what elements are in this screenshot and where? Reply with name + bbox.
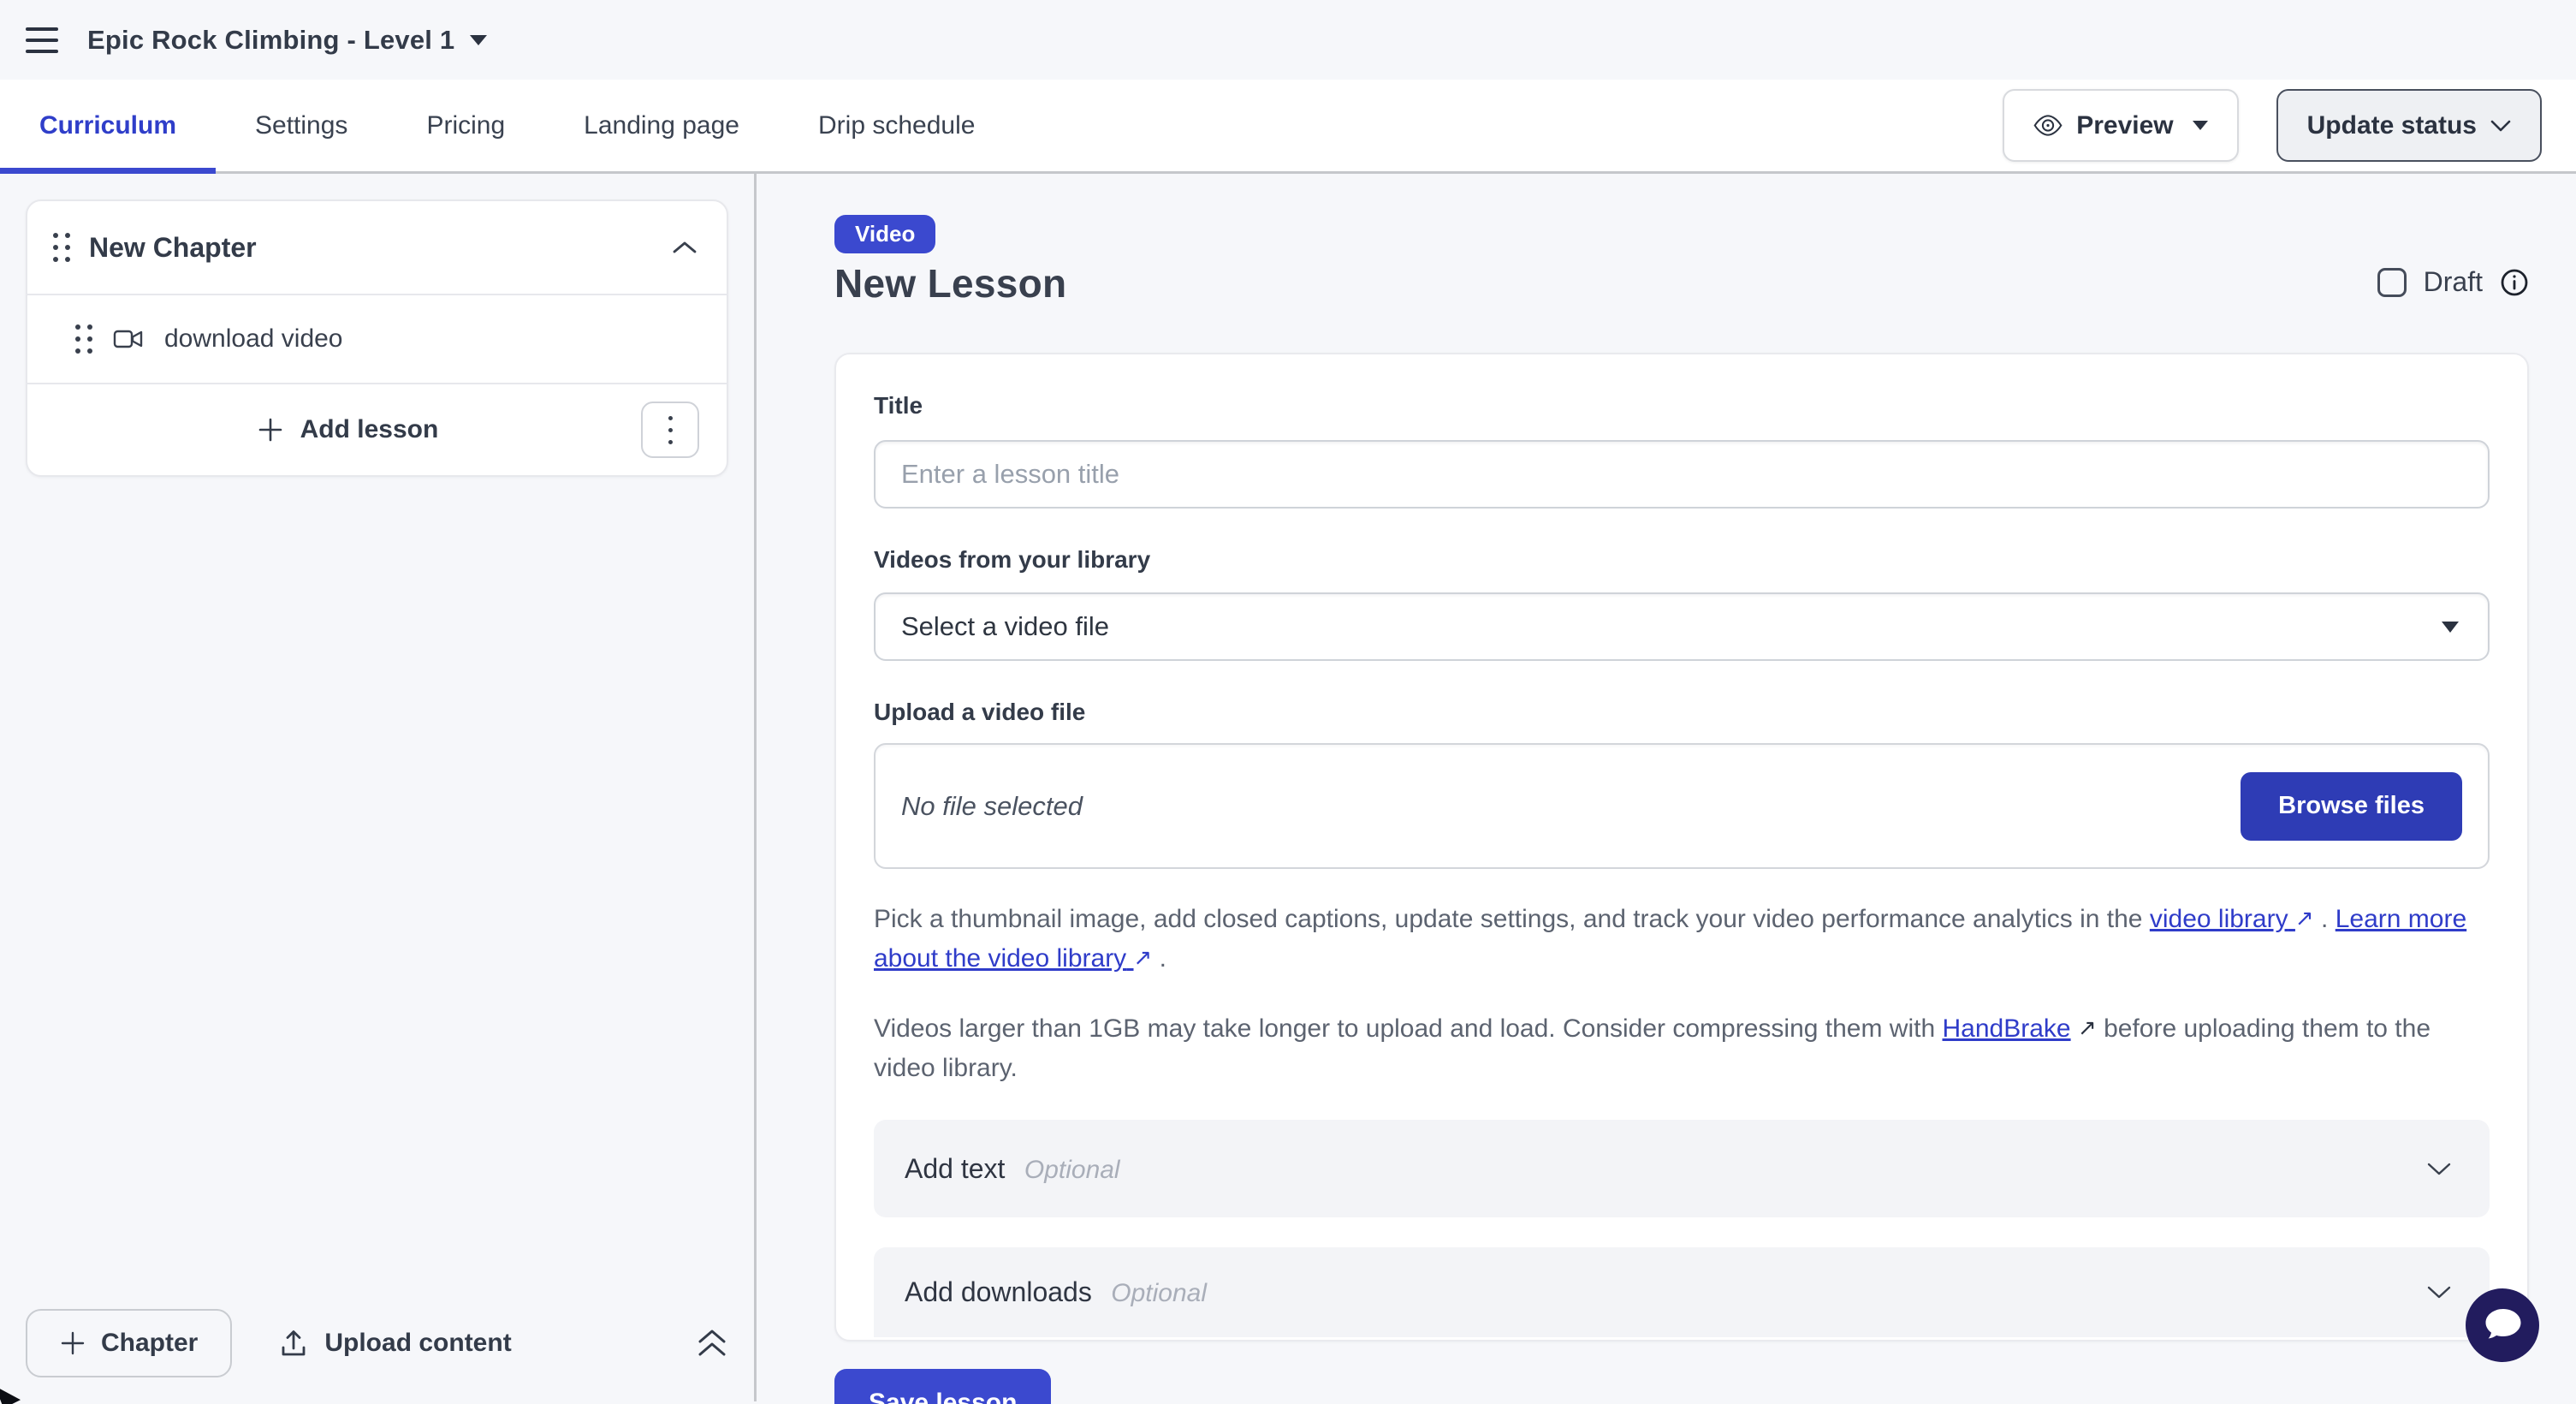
draft-label: Draft bbox=[2424, 266, 2483, 298]
lesson-type-badge: Video bbox=[834, 215, 935, 253]
add-text-section[interactable]: Add text Optional bbox=[874, 1120, 2490, 1217]
mouse-cursor bbox=[0, 1386, 21, 1404]
chapter-card: New Chapter download video bbox=[26, 199, 728, 477]
sidebar-footer: Chapter Upload content bbox=[26, 1309, 728, 1377]
tab-drip-schedule[interactable]: Drip schedule bbox=[779, 80, 1014, 171]
draft-checkbox[interactable] bbox=[2377, 268, 2407, 297]
no-file-text: No file selected bbox=[901, 791, 1083, 822]
add-downloads-section[interactable]: Add downloads Optional bbox=[874, 1247, 2490, 1337]
lesson-editor: Video New Lesson Draft Title bbox=[757, 174, 2576, 1401]
add-downloads-label: Add downloads bbox=[905, 1276, 1092, 1307]
draft-toggle-group: Draft bbox=[2377, 266, 2529, 298]
course-tabs: Curriculum Settings Pricing Landing page… bbox=[0, 80, 1014, 171]
help-text: Pick a thumbnail image, add closed capti… bbox=[874, 905, 2150, 933]
file-upload-box: No file selected Browse files bbox=[874, 743, 2490, 869]
header-actions: Preview Update status bbox=[2003, 80, 2542, 171]
upload-icon bbox=[280, 1329, 307, 1358]
browse-files-button[interactable]: Browse files bbox=[2241, 772, 2462, 841]
title-label: Title bbox=[874, 392, 2490, 419]
video-library-link[interactable]: video library ↗ bbox=[2150, 905, 2314, 933]
video-library-select[interactable]: Select a video file bbox=[874, 592, 2490, 661]
help-text: . bbox=[2314, 905, 2336, 933]
chevron-down-icon bbox=[2426, 1162, 2452, 1176]
tab-label: Settings bbox=[255, 111, 347, 140]
chapter-footer: Add lesson bbox=[27, 383, 727, 475]
drag-handle-icon[interactable] bbox=[75, 324, 92, 354]
link-label: HandBrake bbox=[1943, 1014, 2071, 1043]
lesson-title-block: Video New Lesson bbox=[834, 215, 1066, 306]
add-chapter-button[interactable]: Chapter bbox=[26, 1309, 232, 1377]
curriculum-sidebar: New Chapter download video bbox=[0, 174, 757, 1401]
chevron-down-icon bbox=[2490, 120, 2511, 132]
add-lesson-button[interactable]: Add lesson bbox=[55, 415, 641, 444]
eye-icon bbox=[2033, 115, 2063, 136]
video-library-help-text: Pick a thumbnail image, add closed capti… bbox=[874, 900, 2490, 979]
tab-pricing[interactable]: Pricing bbox=[387, 80, 544, 171]
upload-video-group: Upload a video file No file selected Bro… bbox=[874, 699, 2490, 1087]
add-lesson-label: Add lesson bbox=[300, 415, 439, 444]
double-chevron-up-icon bbox=[696, 1328, 728, 1359]
link-label: video library bbox=[2150, 905, 2288, 933]
lesson-header: Video New Lesson Draft bbox=[834, 215, 2529, 306]
upload-video-label: Upload a video file bbox=[874, 699, 2490, 726]
caret-down-icon bbox=[2193, 121, 2208, 130]
optional-tag: Optional bbox=[1111, 1279, 1207, 1307]
chevron-up-icon[interactable] bbox=[672, 241, 697, 254]
tab-label: Curriculum bbox=[39, 111, 176, 140]
video-library-group: Videos from your library Select a video … bbox=[874, 546, 2490, 661]
info-icon[interactable] bbox=[2500, 268, 2529, 297]
lesson-title: download video bbox=[164, 324, 343, 354]
external-link-icon: ↗ bbox=[2295, 899, 2314, 937]
update-status-button[interactable]: Update status bbox=[2276, 89, 2542, 162]
lesson-item[interactable]: download video bbox=[27, 294, 727, 383]
chapter-menu-button[interactable] bbox=[641, 402, 699, 458]
update-status-label: Update status bbox=[2307, 111, 2477, 140]
menu-icon[interactable] bbox=[26, 27, 58, 53]
course-title: Epic Rock Climbing - Level 1 bbox=[87, 25, 454, 56]
section-label-group: Add downloads Optional bbox=[905, 1276, 1207, 1308]
optional-tag: Optional bbox=[1024, 1156, 1120, 1184]
chat-launcher-button[interactable] bbox=[2466, 1288, 2539, 1362]
collapse-all-button[interactable] bbox=[696, 1328, 728, 1359]
tab-label: Pricing bbox=[426, 111, 505, 140]
chapter-title: New Chapter bbox=[89, 232, 672, 264]
tab-curriculum[interactable]: Curriculum bbox=[0, 80, 216, 171]
save-lesson-button[interactable]: Save lesson bbox=[834, 1369, 1051, 1404]
top-bar: Epic Rock Climbing - Level 1 bbox=[0, 0, 2576, 80]
tab-label: Landing page bbox=[584, 111, 739, 140]
plus-icon bbox=[60, 1330, 86, 1356]
add-chapter-label: Chapter bbox=[101, 1329, 198, 1358]
preview-button[interactable]: Preview bbox=[2003, 89, 2238, 162]
plus-icon bbox=[258, 417, 283, 443]
help-text: Videos larger than 1GB may take longer t… bbox=[874, 1014, 1943, 1043]
course-switcher[interactable]: Epic Rock Climbing - Level 1 bbox=[87, 25, 487, 56]
add-text-label: Add text bbox=[905, 1153, 1005, 1184]
handbrake-link[interactable]: HandBrake bbox=[1943, 1014, 2071, 1043]
lesson-title-input[interactable] bbox=[874, 440, 2490, 509]
caret-down-icon bbox=[470, 35, 487, 45]
page-title: New Lesson bbox=[834, 260, 1066, 306]
video-library-label: Videos from your library bbox=[874, 546, 2490, 574]
tab-landing-page[interactable]: Landing page bbox=[544, 80, 779, 171]
compression-help-text: Videos larger than 1GB may take longer t… bbox=[874, 1009, 2490, 1087]
lesson-form-card: Title Videos from your library Select a … bbox=[834, 353, 2529, 1342]
chevron-down-icon bbox=[2426, 1285, 2452, 1300]
chapter-header[interactable]: New Chapter bbox=[27, 201, 727, 294]
video-camera-icon bbox=[113, 328, 144, 350]
external-link-icon: ↗ bbox=[1134, 938, 1153, 977]
upload-content-button[interactable]: Upload content bbox=[280, 1329, 511, 1358]
upload-content-label: Upload content bbox=[324, 1329, 511, 1358]
preview-label: Preview bbox=[2076, 111, 2173, 140]
section-label-group: Add text Optional bbox=[905, 1153, 1120, 1185]
title-field-group: Title bbox=[874, 392, 2490, 509]
external-link-icon: ↗ bbox=[2078, 1008, 2097, 1047]
tab-bar: Curriculum Settings Pricing Landing page… bbox=[0, 80, 2576, 174]
drag-handle-icon[interactable] bbox=[53, 233, 70, 262]
help-text: . bbox=[1152, 944, 1166, 973]
tab-label: Drip schedule bbox=[818, 111, 975, 140]
tab-settings[interactable]: Settings bbox=[216, 80, 387, 171]
selected-value: Select a video file bbox=[901, 611, 1109, 642]
caret-down-icon bbox=[2442, 622, 2459, 633]
